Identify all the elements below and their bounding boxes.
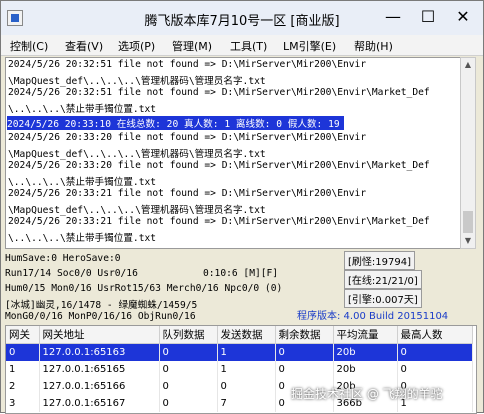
log-line: 2024/5/26 20:33:20 file not found => D:\… <box>8 160 430 171</box>
log-view[interactable]: 2024/5/26 20:32:51 file not found => D:\… <box>5 57 461 249</box>
log-line: 2024/5/26 20:32:51 file not found => D:\… <box>8 59 367 70</box>
table-cell: 0 <box>275 361 334 378</box>
table-row[interactable]: 1 127.0.0.1:65165 0 1 0 20b 0 <box>6 361 473 378</box>
log-line: 2024/5/26 20:33:20 file not found => D:\… <box>8 132 367 143</box>
table-cell: 0 <box>275 343 334 361</box>
log-line: 2024/5/26 20:33:21 file not found => D:\… <box>8 216 430 227</box>
table-cell: 2 <box>6 378 40 395</box>
app-window: 腾飞版本库7月10号一区 [商业版] — ☐ ✕ 控制(C) 查看(V) 选项(… <box>0 0 484 414</box>
table-cell: 0 <box>159 378 218 395</box>
table-cell: 7 <box>217 395 276 412</box>
minimize-button[interactable]: — <box>379 5 407 29</box>
col-gateway-address[interactable]: 网关地址 <box>39 326 160 344</box>
log-line: \..\..\..\禁止带手镯位置.txt <box>8 104 157 115</box>
table-cell: 127.0.0.1:65166 <box>39 378 160 395</box>
menu-control[interactable]: 控制(C) <box>10 38 48 54</box>
col-sent-data[interactable]: 发送数据 <box>217 326 276 344</box>
status-timer: 0:10:6 [M][F] <box>203 268 279 279</box>
table-cell: 127.0.0.1:65165 <box>39 361 160 378</box>
table-cell: 20b <box>333 361 398 378</box>
log-line: \MapQuest_def\..\..\..\管理机器码\管理员名字.txt <box>8 149 266 160</box>
table-cell: 0 <box>159 361 218 378</box>
col-queue-data[interactable]: 队列数据 <box>159 326 218 344</box>
table-cell: 0 <box>6 343 40 361</box>
table-cell: 127.0.0.1:65163 <box>39 343 160 361</box>
status-mongo: MonG0/0/16 MonP0/16/16 ObjRun0/16 <box>5 311 196 322</box>
log-line: \MapQuest_def\..\..\..\管理机器码\管理员名字.txt <box>8 76 266 87</box>
table-cell: 0 <box>217 378 276 395</box>
col-max-users[interactable]: 最高人数 <box>397 326 473 344</box>
log-line-selected[interactable]: 2024/5/26 20:33:10 在线总数: 20 真人数: 1 离线数: … <box>7 116 344 130</box>
title-bar[interactable]: 腾飞版本库7月10号一区 [商业版] — ☐ ✕ <box>1 1 483 35</box>
window-title: 腾飞版本库7月10号一区 [商业版] <box>144 14 340 29</box>
log-line: 2024/5/26 20:33:21 file not found => D:\… <box>8 188 367 199</box>
watermark: 掘金技术社区 @ 飞翔的羊驼 <box>291 387 443 401</box>
log-scrollbar[interactable]: ▲ ▼ <box>460 57 476 249</box>
status-monster: [冰城]幽灵,16/1478 - 绿魔蜘蛛/1459/5 <box>5 300 198 311</box>
status-hum: Hum0/15 Mon0/16 UsrRot15/63 Merch0/16 Np… <box>5 283 283 294</box>
menu-lm-engine[interactable]: LM引擎(E) <box>283 38 336 54</box>
table-cell: 0 <box>159 395 218 412</box>
engine-uptime: [引擎:0.007天] <box>344 289 422 308</box>
menu-options[interactable]: 选项(P) <box>118 38 155 54</box>
table-cell: 20b <box>333 343 398 361</box>
scroll-down-icon[interactable]: ▼ <box>461 234 475 248</box>
table-cell: 1 <box>6 361 40 378</box>
log-line: \..\..\..\禁止带手镯位置.txt <box>8 177 157 188</box>
table-cell: 3 <box>6 395 40 412</box>
table-cell: 0 <box>397 343 473 361</box>
refresh-monster-counter: [刷怪:19794] <box>344 251 415 270</box>
table-cell: 0 <box>159 343 218 361</box>
table-cell: 0 <box>397 361 473 378</box>
scroll-up-icon[interactable]: ▲ <box>461 58 475 72</box>
col-gateway[interactable]: 网关 <box>6 326 40 344</box>
col-average-traffic[interactable]: 平均流量 <box>333 326 398 344</box>
close-button[interactable]: ✕ <box>449 5 477 29</box>
menu-manage[interactable]: 管理(M) <box>172 38 212 54</box>
log-line: 2024/5/26 20:32:51 file not found => D:\… <box>8 87 430 98</box>
menu-tools[interactable]: 工具(T) <box>230 38 267 54</box>
maximize-button[interactable]: ☐ <box>414 5 442 29</box>
online-counter: [在线:21/21/0] <box>344 270 422 289</box>
log-line: \..\..\..\禁止带手镯位置.txt <box>8 233 157 244</box>
scroll-thumb[interactable] <box>463 211 473 233</box>
status-run: Run17/14 Soc0/0 Usr0/16 <box>5 268 138 279</box>
table-cell: 1 <box>217 361 276 378</box>
menu-bar: 控制(C) 查看(V) 选项(P) 管理(M) 工具(T) LM引擎(E) 帮助… <box>1 35 483 56</box>
col-remaining-data[interactable]: 剩余数据 <box>275 326 334 344</box>
table-cell: 127.0.0.1:65167 <box>39 395 160 412</box>
table-header-row: 网关 网关地址 队列数据 发送数据 剩余数据 平均流量 最高人数 <box>6 326 473 344</box>
table-cell: 1 <box>217 343 276 361</box>
table-row-selected[interactable]: 0 127.0.0.1:65163 0 1 0 20b 0 <box>6 343 473 361</box>
status-humsave: HumSave:0 HeroSave:0 <box>5 253 121 264</box>
program-version: 程序版本: 4.00 Build 20151104 <box>297 311 449 322</box>
menu-view[interactable]: 查看(V) <box>65 38 103 54</box>
menu-help[interactable]: 帮助(H) <box>354 38 393 54</box>
log-line: \MapQuest_def\..\..\..\管理机器码\管理员名字.txt <box>8 205 266 216</box>
